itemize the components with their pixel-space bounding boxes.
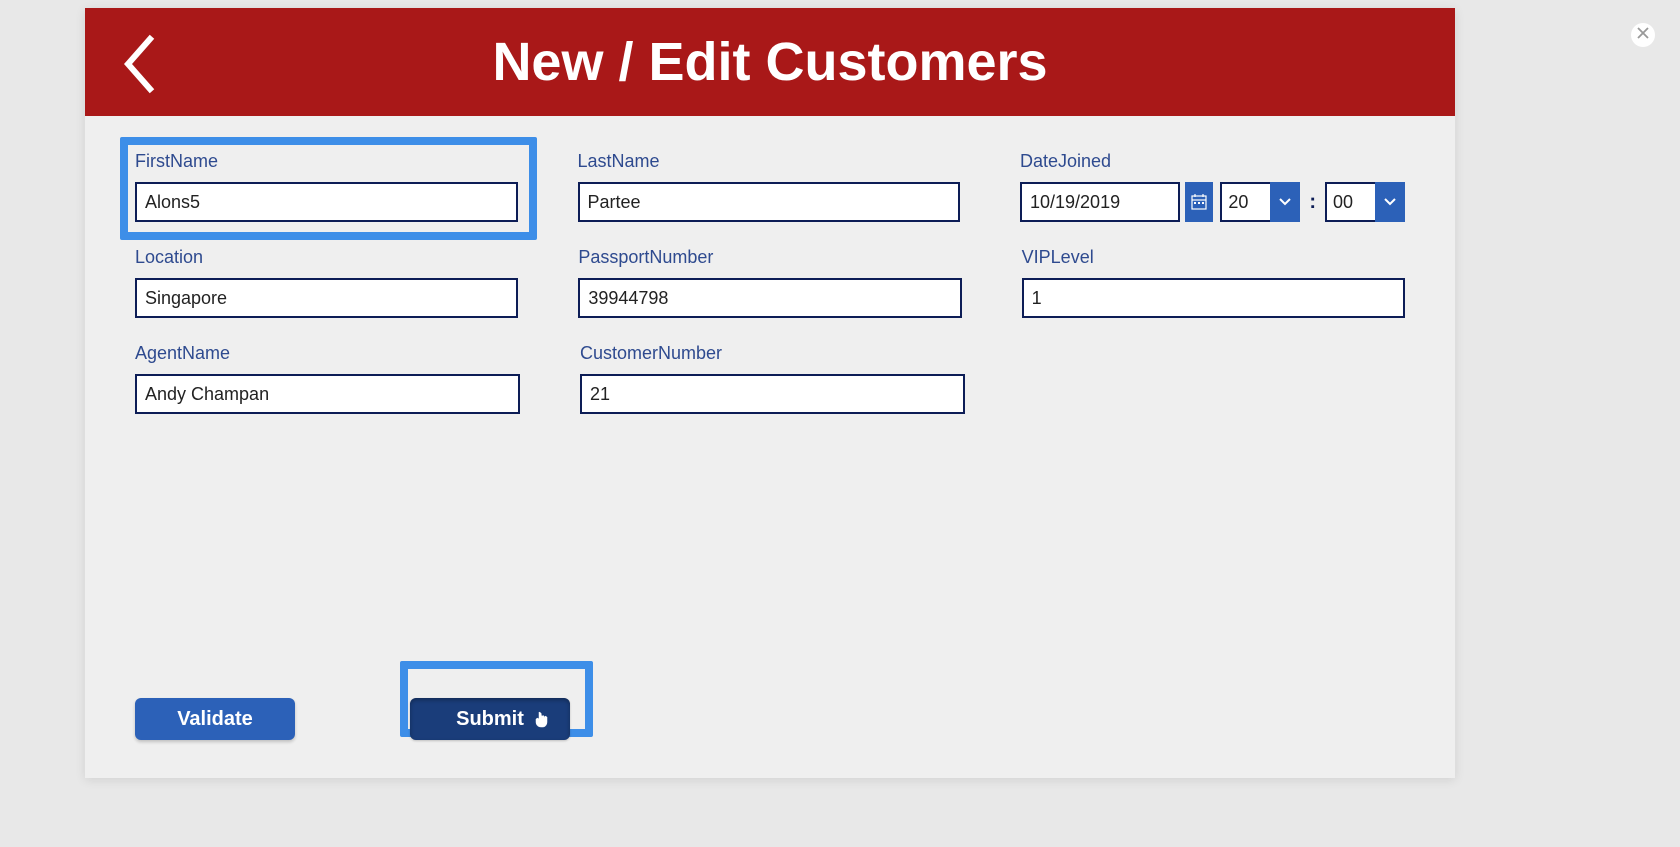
chevron-down-icon xyxy=(1278,197,1292,207)
submit-button[interactable]: Submit xyxy=(410,698,570,740)
form-row-1: FirstName LastName DateJoined xyxy=(135,151,1405,222)
passportnumber-input[interactable] xyxy=(578,278,961,318)
datejoined-group: DateJoined xyxy=(1020,151,1405,222)
firstname-group: FirstName xyxy=(135,151,518,222)
customernumber-group: CustomerNumber xyxy=(580,343,965,414)
hour-input[interactable] xyxy=(1220,182,1272,222)
form-row-2: Location PassportNumber VIPLevel xyxy=(135,247,1405,318)
viplevel-group: VIPLevel xyxy=(1022,247,1405,318)
viplevel-input[interactable] xyxy=(1022,278,1405,318)
close-icon xyxy=(1637,26,1649,44)
minute-select xyxy=(1325,182,1405,222)
firstname-label: FirstName xyxy=(135,151,518,172)
back-button[interactable] xyxy=(120,33,156,100)
chevron-down-icon xyxy=(1383,197,1397,207)
calendar-icon xyxy=(1191,194,1207,210)
agentname-input[interactable] xyxy=(135,374,520,414)
minute-dropdown-button[interactable] xyxy=(1375,182,1405,222)
hour-select xyxy=(1220,182,1300,222)
calendar-picker-button[interactable] xyxy=(1185,182,1213,222)
lastname-label: LastName xyxy=(578,151,961,172)
cursor-pointer-icon xyxy=(534,710,548,734)
date-input[interactable] xyxy=(1020,182,1180,222)
customernumber-label: CustomerNumber xyxy=(580,343,965,364)
agentname-group: AgentName xyxy=(135,343,520,414)
validate-button[interactable]: Validate xyxy=(135,698,295,740)
location-group: Location xyxy=(135,247,518,318)
hour-dropdown-button[interactable] xyxy=(1270,182,1300,222)
form-row-3: AgentName CustomerNumber xyxy=(135,343,1405,414)
passportnumber-group: PassportNumber xyxy=(578,247,961,318)
lastname-input[interactable] xyxy=(578,182,961,222)
location-input[interactable] xyxy=(135,278,518,318)
chevron-left-icon xyxy=(120,33,156,95)
submit-button-label: Submit xyxy=(456,708,524,731)
customer-form-modal: New / Edit Customers FirstName LastName … xyxy=(85,8,1455,778)
close-button[interactable] xyxy=(1631,23,1655,47)
page-title: New / Edit Customers xyxy=(85,31,1455,93)
location-label: Location xyxy=(135,247,518,268)
modal-header: New / Edit Customers xyxy=(85,8,1455,116)
firstname-input[interactable] xyxy=(135,182,518,222)
time-separator: : xyxy=(1309,191,1316,214)
date-inputs-row: : xyxy=(1020,182,1405,222)
buttons-row: Validate Submit xyxy=(135,698,570,740)
form-body: FirstName LastName DateJoined xyxy=(85,116,1455,778)
passportnumber-label: PassportNumber xyxy=(578,247,961,268)
agentname-label: AgentName xyxy=(135,343,520,364)
minute-input[interactable] xyxy=(1325,182,1377,222)
customernumber-input[interactable] xyxy=(580,374,965,414)
datejoined-label: DateJoined xyxy=(1020,151,1405,172)
viplevel-label: VIPLevel xyxy=(1022,247,1405,268)
lastname-group: LastName xyxy=(578,151,961,222)
